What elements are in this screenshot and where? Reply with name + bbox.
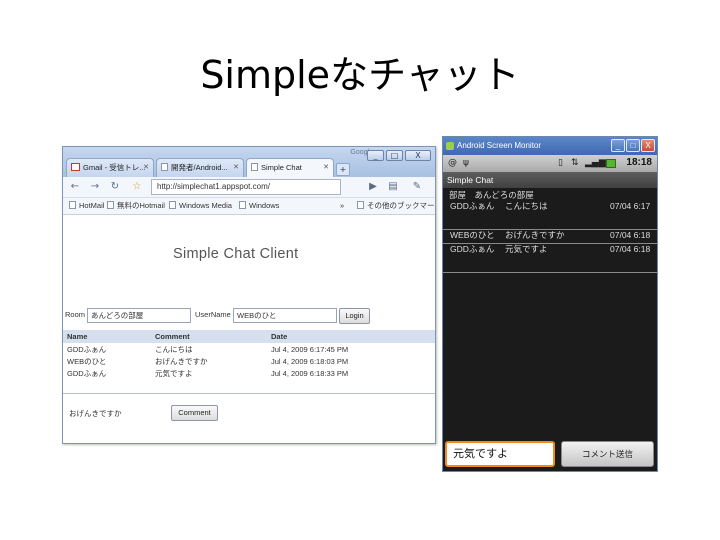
room-label: Room [65,310,86,319]
message-text: 元気ですよ [505,244,548,254]
bookmark-item[interactable]: HotMail [69,200,104,212]
table-cell: 元気ですよ [155,368,193,378]
tab-label: 開発者/Android... [171,163,228,172]
send-comment-button[interactable]: コメント送信 [561,441,654,467]
vibrate-icon: ▯ [558,158,563,168]
table-cell: GDDふぁん [67,344,107,354]
table-row: GDDふぁん 元気ですよ Jul 4, 2009 6:18:33 PM [63,367,435,379]
android-icon [446,142,454,150]
tab-simple-chat[interactable]: Simple Chat ✕ [246,158,334,178]
page-heading: Simple Chat Client [173,246,299,262]
table-cell: Jul 4, 2009 6:17:45 PM [271,344,349,354]
comment-input[interactable]: おげんきですか [65,406,169,421]
message-sender: WEBのひと [450,230,495,240]
table-row: GDDふぁん こんにちは Jul 4, 2009 6:17:45 PM [63,343,435,355]
column-header-name: Name [63,330,151,343]
table-cell: WEBのひと [67,356,107,366]
bookmark-item[interactable]: 無料のHotmail [107,200,165,212]
page-icon [251,163,258,171]
comment-button[interactable]: Comment [171,405,218,421]
tab-android-dev[interactable]: 開発者/Android... ✕ [156,158,244,177]
tab-label: Simple Chat [261,163,302,172]
tab-close-icon[interactable]: ✕ [323,159,329,176]
app-title-bar: Simple Chat [443,172,657,188]
minimize-button[interactable]: _ [367,150,384,161]
maximize-button[interactable]: □ [626,139,640,152]
page-icon [239,201,246,209]
android-monitor-window: Android Screen Monitor _ □ X @ ψ ▯ ⇅ ▂▄▆… [442,136,658,472]
gmail-icon [71,163,80,171]
message-date: 07/04 6:18 [610,230,651,240]
page-menu-icon[interactable]: ▤ [387,181,399,193]
reload-icon[interactable]: ↻ [109,181,121,193]
username-label: UserName [195,310,231,319]
list-item[interactable]: GDDふぁん 元気ですよ 07/04 6:18 [443,244,657,273]
login-button[interactable]: Login [339,308,370,324]
bookmarks-bar: HotMail 無料のHotmail Windows Media Windows… [63,198,435,215]
bookmark-item[interactable]: Windows [239,200,279,212]
browser-page: Simple Chat Client Room あんどろの部屋 UserName… [63,215,435,443]
divider [63,393,435,394]
browser-window: Google _ □ X Gmail - 受信トレ... ✕ 開発者/Andro… [62,146,436,444]
network-icon: ⇅ [571,158,579,168]
table-cell: Jul 4, 2009 6:18:33 PM [271,368,349,378]
android-titlebar: Android Screen Monitor _ □ X [443,137,657,155]
list-item[interactable]: GDDふぁん こんにちは 07/04 6:17 [443,201,657,230]
message-sender: GDDふぁん [450,201,495,211]
table-cell: こんにちは [155,344,193,354]
back-arrow-icon[interactable]: ← [69,181,81,193]
android-window-title: Android Screen Monitor [457,141,542,150]
table-cell: おげんきですか [155,356,208,366]
folder-icon [357,201,364,209]
room-input[interactable]: あんどろの部屋 [87,308,191,323]
message-date: 07/04 6:17 [610,201,651,211]
slide-title: Simpleなチャット [200,53,520,97]
tab-close-icon[interactable]: ✕ [143,159,149,176]
room-name: 部屋 あんどろの部屋 [449,190,534,200]
browser-titlebar: Google _ □ X Gmail - 受信トレ... ✕ 開発者/Andro… [63,147,435,178]
page-icon [161,163,168,171]
page-icon [107,201,114,209]
browser-toolbar: ← → ↻ ☆ http://simplechat1.appspot.com/ … [63,177,435,198]
message-text: こんにちは [505,201,548,211]
new-tab-button[interactable]: + [336,163,350,176]
maximize-button[interactable]: □ [386,150,403,161]
message-date: 07/04 6:18 [610,244,651,254]
message-text: おげんきですか [505,230,565,240]
table-header-row: Name Comment Date [63,330,435,343]
close-button[interactable]: X [405,150,431,161]
page-icon [169,201,176,209]
username-input[interactable]: WEBのひと [233,308,337,323]
bookmark-item-other[interactable]: その他のブックマーク [357,200,435,212]
address-bar[interactable]: http://simplechat1.appspot.com/ [151,179,341,195]
table-cell: GDDふぁん [67,368,107,378]
tab-label: Gmail - 受信トレ... [83,163,146,172]
forward-arrow-icon[interactable]: → [89,181,101,193]
comments-table: Name Comment Date GDDふぁん こんにちは Jul 4, 20… [63,330,435,379]
signal-icon: ▂▄▆ [585,158,606,168]
list-item[interactable]: WEBのひと おげんきですか 07/04 6:18 [443,230,657,244]
close-button[interactable]: X [641,139,655,152]
bookmark-item[interactable]: Windows Media [169,200,232,212]
message-list: GDDふぁん こんにちは 07/04 6:17 WEBのひと おげんきですか 0… [443,201,657,273]
usb-icon: ψ [463,158,469,168]
status-time: 18:18 [626,157,652,168]
comment-input[interactable]: 元気ですよ [445,441,555,467]
bookmarks-overflow-icon[interactable]: » [340,200,344,212]
minimize-button[interactable]: _ [611,139,625,152]
message-sender: GDDふぁん [450,244,495,254]
battery-icon [606,159,616,168]
table-cell: Jul 4, 2009 6:18:03 PM [271,356,349,366]
play-icon[interactable]: ▶ [367,181,379,193]
table-row: WEBのひと おげんきですか Jul 4, 2009 6:18:03 PM [63,355,435,367]
column-header-date: Date [267,330,435,343]
at-sign-icon: @ [448,158,457,168]
tab-gmail[interactable]: Gmail - 受信トレ... ✕ [66,158,154,177]
wrench-icon[interactable]: ✎ [411,181,423,193]
tab-close-icon[interactable]: ✕ [233,159,239,176]
column-header-comment: Comment [151,330,267,343]
page-icon [69,201,76,209]
star-icon[interactable]: ☆ [131,181,143,193]
android-status-bar: @ ψ ▯ ⇅ ▂▄▆ 18:18 [443,155,657,172]
